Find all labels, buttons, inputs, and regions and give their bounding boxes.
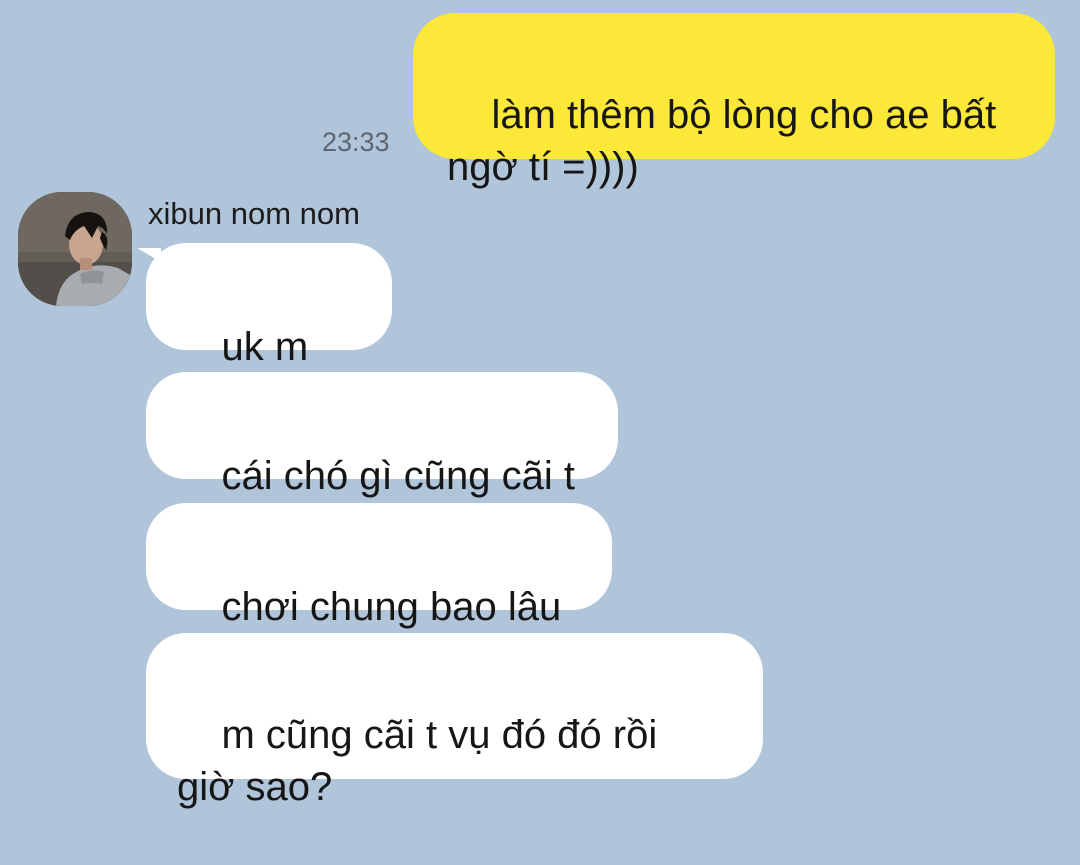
contact-avatar[interactable] [18,192,132,306]
message-timestamp: 23:33 [322,127,390,157]
profile-photo-avatar-icon [18,192,132,306]
message-text: m cũng cãi t vụ đó đó rồi giờ sao? [177,713,658,809]
incoming-message-bubble[interactable]: m cũng cãi t vụ đó đó rồi giờ sao? [146,633,763,809]
outgoing-message-bubble[interactable]: làm thêm bộ lòng cho ae bất ngờ tí =)))) [413,13,1055,189]
incoming-message-bubble[interactable]: uk m giỏi [146,243,392,421]
message-text: làm thêm bộ lòng cho ae bất ngờ tí =)))) [447,93,997,189]
incoming-message-bubble[interactable]: cái chó gì cũng cãi t [146,372,618,498]
chat-conversation: làm thêm bộ lòng cho ae bất ngờ tí =))))… [0,0,1080,809]
message-text: cái chó gì cũng cãi t [221,454,575,498]
incoming-message-bubble[interactable]: chơi chung bao lâu r [146,503,612,681]
contact-name: xibun nom nom [148,196,360,231]
